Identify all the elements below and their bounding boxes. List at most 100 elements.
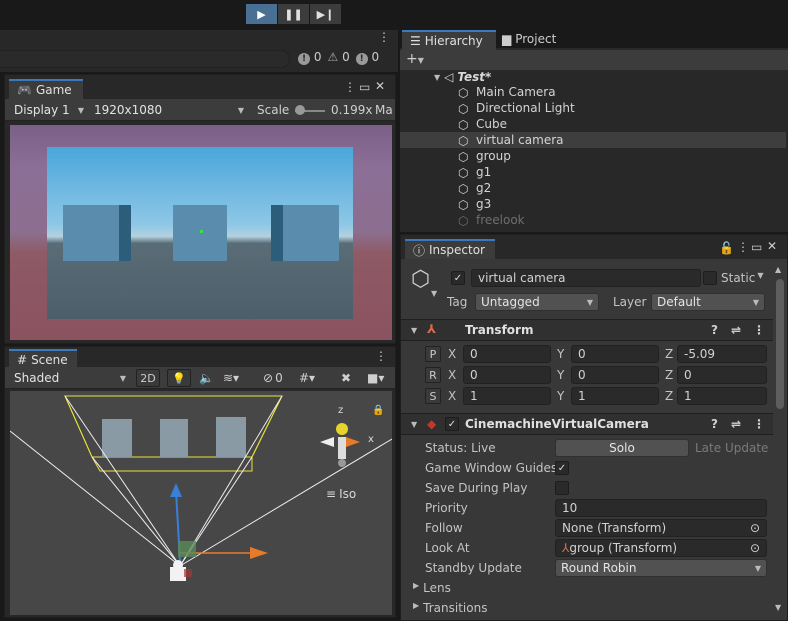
preset-icon[interactable]: ⇌ xyxy=(731,323,741,337)
audio-icon[interactable]: 🔈 xyxy=(199,371,214,385)
rotation-y-field[interactable]: 0 xyxy=(571,366,659,384)
display-dropdown[interactable]: Display 1 ▼ xyxy=(9,101,89,119)
gameobject-icon: ⬡ xyxy=(411,267,431,292)
guides-checkbox[interactable]: ✓ xyxy=(555,461,569,475)
gizmo-x-label: x xyxy=(368,434,374,445)
static-checkbox[interactable] xyxy=(703,271,717,285)
more-menu-icon[interactable]: ⋮ xyxy=(737,240,749,254)
scale-y-field[interactable]: 1 xyxy=(571,387,659,405)
solo-button[interactable]: Solo xyxy=(555,439,689,457)
list-item[interactable]: ⬡ freelook xyxy=(400,212,786,228)
object-name-field[interactable]: virtual camera xyxy=(471,269,701,287)
close-icon[interactable]: ✕ xyxy=(767,239,777,253)
tab-scene[interactable]: # Scene xyxy=(9,349,77,369)
scene-root[interactable]: ▼ ◁ Test* xyxy=(434,70,491,84)
toggle-2d-button[interactable]: 2D xyxy=(136,369,160,387)
more-menu-icon[interactable]: ⋮ xyxy=(378,30,390,44)
hidden-objects-toggle[interactable]: ⊘ 0 xyxy=(263,371,283,385)
help-icon[interactable]: ? xyxy=(711,417,718,431)
lock-icon[interactable]: 🔓 xyxy=(719,241,734,255)
hierarchy-list: ⬡ Main Camera ⬡ Directional Light ⬡ Cube ⬡ v… xyxy=(400,84,788,234)
cube-icon: ⬡ xyxy=(458,101,469,116)
resolution-dropdown[interactable]: 1920x1080 ▼ xyxy=(89,101,249,119)
standby-dropdown[interactable]: Round Robin ▼ xyxy=(555,559,767,577)
scale-slider-handle[interactable] xyxy=(295,105,305,115)
pause-button[interactable]: ❚❚ xyxy=(278,4,309,24)
scrollbar[interactable]: ▲ ▼ xyxy=(775,265,785,615)
enabled-checkbox[interactable]: ✓ xyxy=(445,417,459,431)
camera-settings-icon[interactable]: ■▾ xyxy=(367,371,384,385)
error-count[interactable]: ! 0 xyxy=(298,50,321,65)
maximize-icon[interactable]: ▭ xyxy=(751,240,762,254)
scale-button[interactable]: S xyxy=(425,388,441,404)
priority-field[interactable]: 10 xyxy=(555,499,767,517)
gizmo-y-axis[interactable] xyxy=(336,423,348,435)
transform-header[interactable]: ▼ ⅄ Transform ? ⇌ ⋮ xyxy=(401,319,773,341)
help-icon[interactable]: ? xyxy=(711,323,718,337)
position-z-field[interactable]: -5.09 xyxy=(677,345,767,363)
pause-icon: ❚❚ xyxy=(284,7,303,21)
save-during-play-checkbox[interactable] xyxy=(555,481,569,495)
lighting-toggle[interactable]: 💡 xyxy=(167,369,191,387)
icon-dropdown[interactable]: ▼ xyxy=(431,289,437,298)
effects-icon[interactable]: ≋▾ xyxy=(223,371,239,385)
grid-toggle-icon[interactable]: #▾ xyxy=(299,371,315,385)
tab-game[interactable]: 🎮 Game xyxy=(9,79,83,99)
more-menu-icon[interactable]: ⋮ xyxy=(753,417,765,431)
maximize-icon[interactable]: ▭ xyxy=(359,80,370,94)
scroll-up-icon[interactable]: ▲ xyxy=(775,265,781,274)
console-search-input[interactable] xyxy=(0,50,290,68)
lock-icon[interactable]: 🔒 xyxy=(372,405,384,416)
follow-field[interactable]: None (Transform) ⊙ xyxy=(555,519,767,537)
log-count[interactable]: ! 0 xyxy=(355,50,379,65)
active-checkbox[interactable]: ✓ xyxy=(451,271,465,285)
list-item[interactable]: ⬡ g3 xyxy=(400,196,786,212)
position-button[interactable]: P xyxy=(425,346,441,362)
shading-mode-dropdown[interactable]: Shaded ▼ xyxy=(9,369,131,387)
scene-viewport[interactable]: z x 🔒 ≡ Iso xyxy=(10,391,392,615)
tag-dropdown[interactable]: Untagged ▼ xyxy=(475,293,599,311)
step-button[interactable]: ▶❙ xyxy=(310,4,341,24)
list-item[interactable]: ⬡ g1 xyxy=(400,164,786,180)
scrollbar-thumb[interactable] xyxy=(776,279,784,409)
tools-icon[interactable]: ✖ xyxy=(341,371,351,385)
list-item[interactable]: ⬡ Main Camera xyxy=(400,84,786,100)
transitions-foldout[interactable]: ▶ Transitions xyxy=(413,601,487,615)
lens-foldout[interactable]: ▶ Lens xyxy=(413,581,451,595)
list-item[interactable]: ⬡ Cube xyxy=(400,116,786,132)
list-item[interactable]: ⬡ Directional Light xyxy=(400,100,786,116)
scale-z-field[interactable]: 1 xyxy=(677,387,767,405)
layer-dropdown[interactable]: Default ▼ xyxy=(651,293,765,311)
tab-inspector[interactable]: ⓘ Inspector xyxy=(405,239,495,259)
expand-icon: ▼ xyxy=(434,72,441,82)
scroll-down-icon[interactable]: ▼ xyxy=(775,603,781,612)
rotation-button[interactable]: R xyxy=(425,367,441,383)
more-menu-icon[interactable]: ⋮ xyxy=(375,349,387,363)
rotation-z-field[interactable]: 0 xyxy=(677,366,767,384)
scale-x-field[interactable]: 1 xyxy=(463,387,551,405)
more-menu-icon[interactable]: ⋮ xyxy=(344,80,356,94)
object-picker-icon[interactable]: ⊙ xyxy=(750,521,760,535)
tab-hierarchy[interactable]: ☰ Hierarchy xyxy=(402,30,496,50)
add-button[interactable]: +▼ xyxy=(406,51,424,67)
list-item[interactable]: ⬡ group xyxy=(400,148,786,164)
tab-project[interactable]: ▆ Project xyxy=(502,32,556,46)
iso-toggle[interactable]: ≡ Iso xyxy=(326,487,356,501)
position-y-field[interactable]: 0 xyxy=(571,345,659,363)
fold-icon: ▼ xyxy=(411,326,418,335)
rotation-x-field[interactable]: 0 xyxy=(463,366,551,384)
static-dropdown[interactable]: Static ▼ xyxy=(721,271,763,285)
cinemachine-header[interactable]: ▼ ◆ ✓ CinemachineVirtualCamera ? ⇌ ⋮ xyxy=(401,413,773,435)
game-viewport[interactable] xyxy=(10,125,392,340)
warning-count[interactable]: ⚠ 0 xyxy=(327,50,349,65)
preset-icon[interactable]: ⇌ xyxy=(731,417,741,431)
play-button[interactable]: ▶ xyxy=(246,4,277,24)
list-item[interactable]: ⬡ virtual camera xyxy=(400,132,786,148)
more-menu-icon[interactable]: ⋮ xyxy=(753,323,765,337)
list-item[interactable]: ⬡ g2 xyxy=(400,180,786,196)
maximize-on-play-label[interactable]: Ma xyxy=(375,103,393,117)
position-x-field[interactable]: 0 xyxy=(463,345,551,363)
object-picker-icon[interactable]: ⊙ xyxy=(750,541,760,555)
look-at-field[interactable]: ⅄group (Transform) ⊙ xyxy=(555,539,767,557)
close-icon[interactable]: ✕ xyxy=(375,79,385,93)
